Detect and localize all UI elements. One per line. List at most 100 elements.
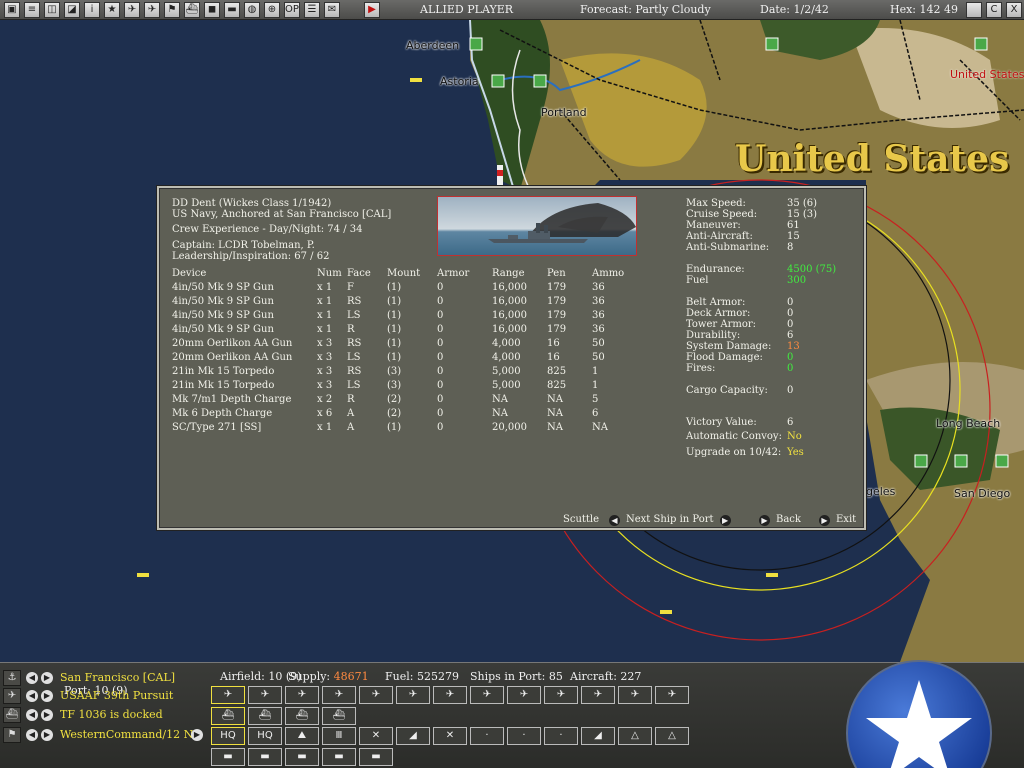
city-label-los-angeles[interactable]: geles <box>866 485 895 498</box>
city-label-long-beach[interactable]: Long Beach <box>936 417 1000 430</box>
device-cell-device: SC/Type 271 [SS] <box>172 422 262 433</box>
patrol-icon[interactable]: ✈ <box>544 686 578 704</box>
base-icon[interactable]: ★ <box>104 2 120 18</box>
stat-value: 0 <box>787 352 794 363</box>
turn-icon[interactable]: ▶ <box>364 2 380 18</box>
bomber-icon[interactable]: ✈ <box>618 686 652 704</box>
battleship-icon[interactable]: ⛴ <box>211 707 245 725</box>
bomber-icon[interactable]: ✈ <box>285 686 319 704</box>
city-label-united-states[interactable]: United States <box>950 68 1024 81</box>
aa-icon[interactable]: △ <box>655 727 689 745</box>
flag-icon[interactable] <box>966 2 982 18</box>
factory-icon[interactable]: ▬ <box>248 748 282 766</box>
city-label-portland[interactable]: Portland <box>541 106 587 119</box>
info-icon[interactable]: i <box>84 2 100 18</box>
flag-icon[interactable]: ⚑ <box>164 2 180 18</box>
bottom-row-label[interactable]: WesternCommand/12 ND <box>60 728 202 741</box>
device-cell-face: RS <box>347 366 362 377</box>
fighter-icon[interactable]: ✈ <box>248 686 282 704</box>
artillery-icon[interactable]: ◢ <box>581 727 615 745</box>
device-cell-num: x 1 <box>317 324 333 335</box>
aa-icon[interactable]: △ <box>618 727 652 745</box>
supply-icon[interactable]: ▬ <box>285 748 319 766</box>
column-header-num: Num <box>317 268 342 279</box>
infantry-icon[interactable]: ✕ <box>359 727 393 745</box>
globe-icon[interactable]: ⊕ <box>264 2 280 18</box>
device-cell-pen: 16 <box>547 338 560 349</box>
c-icon[interactable]: C <box>986 2 1002 18</box>
exit-button[interactable]: ▶ Exit <box>819 514 856 528</box>
prev-arrow-icon[interactable]: ◀ <box>26 729 38 741</box>
bottom-row-label[interactable]: San Francisco [CAL] <box>60 671 175 684</box>
column-header-armor: Armor <box>437 268 470 279</box>
fuel-icon[interactable]: ▬ <box>322 748 356 766</box>
infantry-icon[interactable]: ✕ <box>433 727 467 745</box>
next-arrow-icon[interactable]: ▶ <box>41 729 53 741</box>
device-cell-num: x 1 <box>317 282 333 293</box>
hq-icon[interactable]: HQ <box>248 727 282 745</box>
bomber-icon[interactable]: ✈ <box>581 686 615 704</box>
aircraft-icon[interactable]: ✈ <box>144 2 160 18</box>
close-icon[interactable]: X <box>1006 2 1022 18</box>
device-cell-armor: 0 <box>437 310 444 321</box>
message-icon[interactable]: ✉ <box>324 2 340 18</box>
hq-icon[interactable]: HQ <box>211 727 245 745</box>
hex-label: Hex: 142 49 <box>890 3 958 16</box>
bomber-icon[interactable]: ✈ <box>359 686 393 704</box>
bomber-icon[interactable]: ✈ <box>396 686 430 704</box>
patrol-icon[interactable]: ✈ <box>507 686 541 704</box>
view-icon[interactable]: ▣ <box>4 2 20 18</box>
ops-icon[interactable]: OP <box>284 2 300 18</box>
next-arrow-icon[interactable]: ▶ <box>191 729 203 741</box>
bottom-row-label[interactable]: USAAF 39th Pursuit <box>60 689 173 702</box>
base-force-icon[interactable]: · <box>470 727 504 745</box>
next-arrow-icon[interactable]: ▶ <box>41 709 53 721</box>
city-label-san-diego[interactable]: San Diego <box>954 487 1010 500</box>
map-icon[interactable]: ◍ <box>244 2 260 18</box>
prev-arrow-icon[interactable]: ◀ <box>26 709 38 721</box>
fighter-icon[interactable]: ✈ <box>211 686 245 704</box>
fighter-icon[interactable]: ✈ <box>433 686 467 704</box>
device-cell-num: x 1 <box>317 310 333 321</box>
bomber-icon[interactable]: ✈ <box>322 686 356 704</box>
list-icon[interactable]: ☰ <box>304 2 320 18</box>
air-icon[interactable]: ✈ <box>124 2 140 18</box>
back-button[interactable]: ▶ Back <box>759 514 801 528</box>
engineer-icon[interactable]: Ⅲ <box>322 727 356 745</box>
destroyer-icon[interactable]: ⛴ <box>322 707 356 725</box>
city-label-aberdeen[interactable]: Aberdeen <box>406 39 459 52</box>
bottom-row-label[interactable]: TF 1036 is docked <box>60 708 163 721</box>
transport-icon[interactable]: ✈ <box>655 686 689 704</box>
city-label-astoria[interactable]: Astoria <box>440 75 479 88</box>
fighter-icon[interactable]: ✈ <box>470 686 504 704</box>
scuttle-button[interactable]: Scuttle <box>563 514 599 528</box>
report-icon[interactable]: ≡ <box>24 2 40 18</box>
device-cell-range: 16,000 <box>492 310 527 321</box>
next-ship-button[interactable]: ◀ Next Ship in Port ▶ <box>609 514 731 528</box>
convoy-icon[interactable]: ▬ <box>224 2 240 18</box>
plane-icon[interactable]: ✈ <box>3 688 21 704</box>
armor-icon[interactable]: ◢ <box>396 727 430 745</box>
prev-arrow-icon[interactable]: ◀ <box>26 690 38 702</box>
base-force-icon[interactable]: · <box>507 727 541 745</box>
base-force-icon[interactable]: · <box>544 727 578 745</box>
overview-icon[interactable]: ◫ <box>44 2 60 18</box>
next-arrow-icon[interactable]: ▶ <box>41 690 53 702</box>
next-arrow-icon[interactable]: ▶ <box>41 672 53 684</box>
prev-arrow-icon[interactable]: ◀ <box>26 672 38 684</box>
ship-icon[interactable]: ⛴ <box>184 2 200 18</box>
anchor-icon[interactable]: ⚓ <box>3 670 21 686</box>
stat-value: 0 <box>787 308 794 319</box>
player-label: ALLIED PLAYER <box>420 3 514 16</box>
hq-icon[interactable]: ◼ <box>204 2 220 18</box>
settings-icon[interactable]: ◪ <box>64 2 80 18</box>
submarine-icon[interactable]: ⛴ <box>285 707 319 725</box>
ship-icon[interactable]: ⛴ <box>3 707 21 723</box>
crew-experience: Crew Experience - Day/Night: 74 / 34 <box>172 224 363 235</box>
artillery-icon[interactable]: ⛰ <box>285 727 319 745</box>
flag-icon[interactable]: ⚑ <box>3 727 21 743</box>
device-cell-pen: NA <box>547 394 563 405</box>
cargo-ship-icon[interactable]: ⛴ <box>248 707 282 725</box>
ship-repair-icon[interactable]: ▬ <box>359 748 393 766</box>
ammo-icon[interactable]: ▬ <box>211 748 245 766</box>
